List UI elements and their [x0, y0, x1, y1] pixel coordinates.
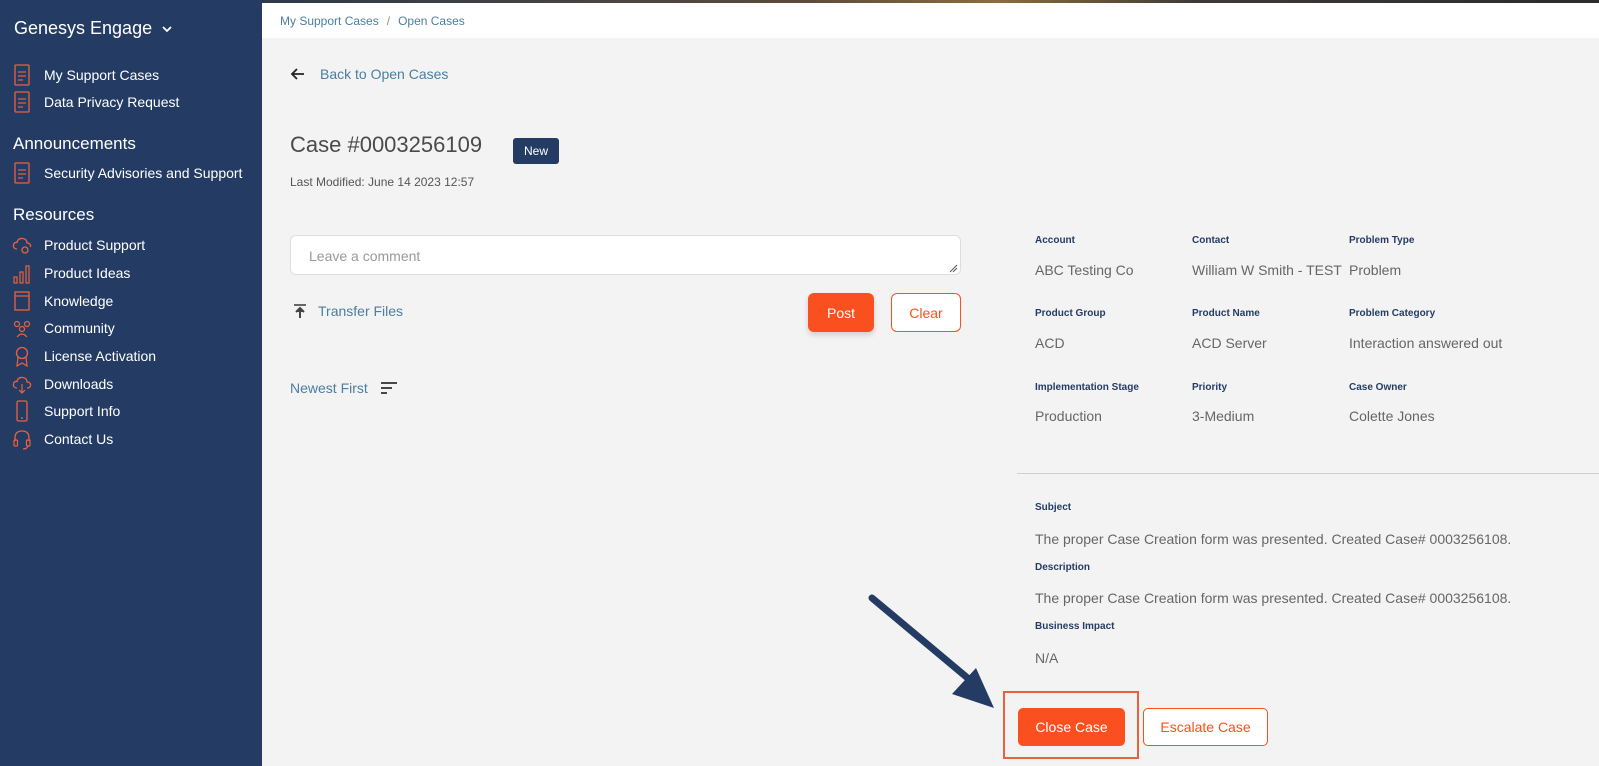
- account-value: ABC Testing Co: [1035, 262, 1134, 278]
- problem-category-value: Interaction answered out: [1349, 335, 1503, 351]
- resize-grip-icon[interactable]: [948, 263, 958, 273]
- sidebar-item-support-info[interactable]: Support Info: [12, 399, 120, 423]
- sidebar-item-label: Contact Us: [44, 431, 114, 447]
- problem-category-label: Problem Category: [1349, 308, 1436, 319]
- sort-icon: [380, 382, 397, 394]
- clear-button[interactable]: Clear: [891, 293, 961, 332]
- upload-icon: [294, 304, 306, 318]
- escalate-case-button[interactable]: Escalate Case: [1143, 708, 1268, 746]
- chevron-down-icon: [162, 25, 172, 32]
- back-link-label: Back to Open Cases: [320, 66, 449, 82]
- implementation-stage-value: Production: [1035, 408, 1102, 424]
- sidebar-item-label: Product Ideas: [44, 265, 131, 281]
- sort-label: Newest First: [290, 380, 368, 396]
- last-modified: Last Modified: June 14 2023 12:57: [290, 175, 475, 189]
- back-to-open-cases-link[interactable]: Back to Open Cases: [290, 66, 448, 82]
- close-case-button[interactable]: Close Case: [1018, 708, 1125, 746]
- document-icon: [12, 162, 32, 184]
- annotation-arrow-icon: [868, 594, 994, 708]
- status-badge: New: [513, 138, 559, 164]
- sidebar-item-data-privacy-request[interactable]: Data Privacy Request: [12, 90, 179, 114]
- breadcrumb: My Support Cases / Open Cases: [262, 3, 1599, 38]
- sidebar-item-license-activation[interactable]: License Activation: [12, 344, 156, 368]
- post-button[interactable]: Post: [808, 293, 874, 332]
- sidebar-item-label: Product Support: [44, 237, 146, 253]
- sidebar-item-community[interactable]: Community: [12, 316, 115, 340]
- sidebar-item-security-advisories[interactable]: Security Advisories and Support: [12, 161, 242, 185]
- people-icon: [12, 317, 32, 339]
- sidebar-item-label: Data Privacy Request: [44, 94, 180, 110]
- cloud-download-icon: [12, 373, 32, 395]
- phone-icon: [12, 400, 32, 422]
- sidebar-item-product-support[interactable]: Product Support: [12, 233, 145, 257]
- sidebar: Genesys Engage My Support Cases Data Pri…: [0, 0, 262, 766]
- page-title: Case #0003256109: [290, 132, 483, 157]
- cloud-gear-icon: [12, 234, 32, 256]
- sidebar-item-label: Downloads: [44, 376, 114, 392]
- problem-type-label: Problem Type: [1349, 235, 1415, 246]
- description-label: Description: [1035, 562, 1091, 573]
- subject-value: The proper Case Creation form was presen…: [1035, 531, 1512, 547]
- transfer-files-button[interactable]: Transfer Files: [292, 303, 403, 319]
- book-icon: [12, 290, 32, 312]
- sidebar-item-knowledge[interactable]: Knowledge: [12, 289, 113, 313]
- breadcrumb-my-support-cases[interactable]: My Support Cases: [280, 14, 379, 28]
- breadcrumb-open-cases[interactable]: Open Cases: [398, 14, 465, 28]
- priority-value: 3-Medium: [1192, 408, 1255, 424]
- arrow-left-icon: [290, 68, 304, 80]
- sidebar-item-my-support-cases[interactable]: My Support Cases: [12, 63, 159, 87]
- brand-menu[interactable]: Genesys Engage: [14, 18, 172, 39]
- brand-label: Genesys Engage: [14, 18, 153, 38]
- sidebar-item-label: Support Info: [44, 403, 121, 419]
- priority-label: Priority: [1192, 382, 1228, 393]
- subject-label: Subject: [1035, 502, 1072, 513]
- sidebar-item-contact-us[interactable]: Contact Us: [12, 427, 113, 451]
- comment-input[interactable]: [290, 235, 961, 275]
- sidebar-item-label: Community: [44, 320, 115, 336]
- business-impact-value: N/A: [1035, 650, 1059, 666]
- resources-heading: Resources: [13, 205, 95, 224]
- problem-type-value: Problem: [1349, 262, 1402, 278]
- sidebar-item-label: Knowledge: [44, 293, 114, 309]
- case-owner-label: Case Owner: [1349, 382, 1407, 393]
- chart-icon: [12, 262, 32, 284]
- sidebar-item-label: License Activation: [44, 348, 157, 364]
- transfer-files-label: Transfer Files: [318, 303, 404, 319]
- award-icon: [12, 345, 32, 367]
- sidebar-item-label: Security Advisories and Support: [44, 165, 243, 181]
- section-divider: [1017, 473, 1599, 474]
- description-value: The proper Case Creation form was presen…: [1035, 590, 1512, 606]
- contact-label: Contact: [1192, 235, 1230, 246]
- product-group-label: Product Group: [1035, 308, 1106, 319]
- headset-icon: [12, 428, 32, 450]
- account-label: Account: [1035, 235, 1075, 246]
- announcements-heading: Announcements: [13, 134, 136, 153]
- sidebar-item-label: My Support Cases: [44, 67, 160, 83]
- product-name-value: ACD Server: [1192, 335, 1267, 351]
- implementation-stage-label: Implementation Stage: [1035, 382, 1139, 393]
- sidebar-item-product-ideas[interactable]: Product Ideas: [12, 261, 130, 285]
- document-icon: [12, 91, 32, 113]
- contact-value: William W Smith - TEST: [1192, 262, 1342, 278]
- sidebar-item-downloads[interactable]: Downloads: [12, 372, 113, 396]
- sort-control[interactable]: Newest First: [290, 380, 398, 396]
- document-icon: [12, 64, 32, 86]
- breadcrumb-separator: /: [386, 13, 391, 28]
- product-group-value: ACD: [1035, 335, 1065, 351]
- case-owner-value: Colette Jones: [1349, 408, 1435, 424]
- business-impact-label: Business Impact: [1035, 621, 1115, 632]
- product-name-label: Product Name: [1192, 308, 1260, 319]
